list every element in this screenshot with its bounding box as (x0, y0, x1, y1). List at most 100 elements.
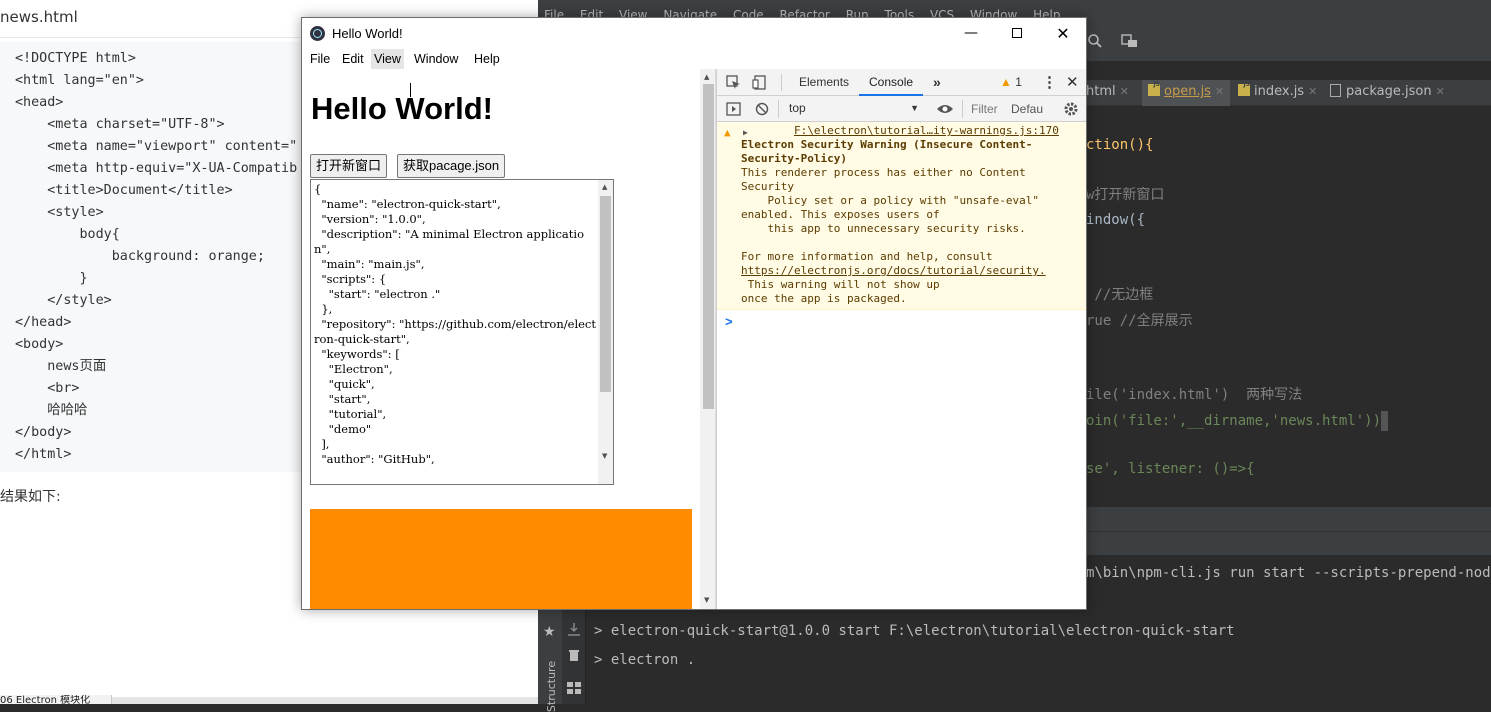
terminal-line: > electron . (594, 652, 696, 668)
code-line: <meta name="viewport" content=" (15, 139, 298, 154)
warning-line: For more information and help, consult (741, 250, 993, 263)
editor-line: indow({ (1086, 212, 1146, 228)
blog-result-text: 结果如下: (0, 489, 61, 505)
trash-icon[interactable] (567, 648, 581, 662)
tab-package-json[interactable]: package.json ✕ (1330, 80, 1445, 106)
text-cursor-ibeam (410, 83, 411, 97)
ide-editor-tabs: html✕ open.js✕ index.js✕ package.json✕ (1086, 73, 1491, 106)
warning-source-link[interactable]: F:\electron\tutorial…ity-warnings.js:170 (794, 124, 1059, 138)
close-icon[interactable]: ✕ (1308, 85, 1317, 98)
warning-line: This renderer process has either no Cont… (741, 166, 1026, 179)
code-line: <title>Document</title> (15, 183, 233, 198)
get-package-json-button[interactable]: 获取pacage.json (397, 154, 506, 178)
scroll-down-arrow-icon[interactable]: ▼ (704, 596, 709, 604)
editor-line: ile('index.html') 两种写法 (1086, 387, 1303, 403)
maximize-icon (1012, 28, 1022, 38)
code-line: <meta http-equiv="X-UA-Compatib (15, 161, 298, 176)
gear-icon[interactable] (1063, 101, 1079, 117)
editor-line: w打开新窗口 (1086, 187, 1165, 203)
menu-window[interactable]: Window (411, 49, 461, 69)
close-button[interactable]: ✕ (1040, 18, 1086, 49)
menu-help[interactable]: Help (471, 49, 503, 69)
warning-count: 1 (1015, 75, 1022, 89)
inspect-element-icon[interactable] (726, 75, 741, 90)
page-scroll-thumb[interactable] (703, 84, 714, 409)
close-icon[interactable]: ✕ (1215, 85, 1224, 98)
tab-open-js[interactable]: open.js ✕ (1142, 73, 1230, 106)
blog-bottom-tab[interactable]: 06 Electron 模块化 (0, 695, 112, 704)
terminal-line: > electron-quick-start@1.0.0 start F:\el… (594, 623, 1235, 639)
tab-elements[interactable]: Elements (797, 69, 851, 96)
package-json-textarea[interactable]: { "name": "electron-quick-start", "versi… (310, 179, 614, 485)
favorites-star-icon[interactable]: ★ (543, 624, 556, 640)
console-prompt[interactable]: > (725, 314, 733, 329)
code-line: background: orange; (15, 249, 265, 264)
maximize-button[interactable] (994, 18, 1040, 49)
scroll-up-arrow-icon[interactable]: ▲ (704, 73, 709, 81)
code-line: <html lang="en"> (15, 73, 144, 88)
code-editor[interactable]: ction(){ w打开新窗口 indow({ //无边框 rue //全屏展示… (1086, 107, 1491, 507)
layout-icon[interactable] (567, 682, 581, 694)
close-devtools-icon[interactable]: ✕ (1066, 69, 1079, 96)
close-icon[interactable]: ✕ (1120, 85, 1129, 98)
warning-counter[interactable]: ▲ 1 (1000, 69, 1022, 96)
clear-console-icon[interactable] (755, 102, 769, 116)
ide-toolbar (1086, 22, 1491, 62)
open-new-window-button[interactable]: 打开新窗口 (310, 154, 388, 178)
electron-window: Hello World! — ✕ File Edit View Window H… (301, 17, 1087, 610)
warning-docs-link[interactable]: https://electronjs.org/docs/tutorial/sec… (741, 264, 1046, 278)
json-file-icon (1330, 84, 1341, 97)
eye-icon[interactable] (936, 103, 954, 115)
window-titlebar[interactable]: Hello World! — ✕ (302, 18, 1086, 49)
warning-line: this app to unnecessary security risks. (741, 222, 1026, 235)
warning-icon: ▲ (1000, 75, 1012, 89)
security-warning-message: ▲ ▶ F:\electron\tutorial…ity-warnings.js… (717, 122, 1086, 310)
code-line: body{ (15, 227, 120, 242)
ide-side-toolwindow-bar: ★ Structure (538, 610, 562, 712)
ide-panel-divider (1086, 507, 1491, 531)
minimize-button[interactable]: — (948, 18, 994, 49)
warning-line: Electron Security Warning (Insecure Cont… (741, 138, 1033, 151)
scroll-down-arrow-icon[interactable]: ▼ (602, 452, 607, 460)
terminal-toolbar (562, 610, 586, 704)
structure-tool-tab[interactable]: Structure (545, 661, 558, 712)
tab-index-js[interactable]: index.js✕ (1238, 73, 1317, 106)
tab-console[interactable]: Console (859, 69, 924, 96)
text-cursor (1381, 411, 1389, 431)
code-line: <body> (15, 337, 64, 352)
editor-line: oin('file:',__dirname,'news.html')) (1086, 413, 1382, 429)
tab-html[interactable]: html ✕ (1086, 80, 1129, 106)
devtools-tabbar: Elements Console » ▲ 1 ⋮ ✕ (717, 69, 1086, 96)
menu-view[interactable]: View (371, 49, 404, 69)
textarea-scroll-thumb[interactable] (600, 196, 611, 392)
editor-line: //无边框 (1086, 287, 1154, 303)
editor-line: se', listener: ()=>{ (1086, 461, 1255, 477)
tab-label: index.js (1254, 84, 1305, 99)
devtools-panel: Elements Console » ▲ 1 ⋮ ✕ top ▼ Filter … (716, 69, 1086, 609)
warning-line: Security (741, 180, 794, 193)
code-line: <br> (15, 381, 80, 396)
filter-input[interactable]: Filter (971, 100, 998, 119)
tab-label: package.json (1346, 84, 1432, 99)
textarea-scrollbar[interactable]: ▲ ▼ (598, 180, 613, 484)
context-selector[interactable]: top ▼ (783, 97, 921, 119)
menu-edit[interactable]: Edit (339, 49, 367, 69)
context-value: top (789, 101, 806, 115)
close-icon[interactable]: ✕ (1436, 85, 1445, 98)
scroll-down-icon[interactable] (567, 622, 581, 636)
editor-line: rue //全屏展示 (1086, 313, 1193, 329)
device-toolbar-icon[interactable] (752, 75, 767, 90)
electron-logo-icon (310, 26, 325, 41)
sidebar-toggle-icon[interactable] (726, 102, 741, 116)
javascript-file-icon (1238, 73, 1250, 97)
warning-line: Policy set or a policy with "unsafe-eval… (741, 194, 1040, 207)
log-levels-dropdown[interactable]: Defau (1011, 100, 1047, 119)
menu-file[interactable]: File (307, 49, 333, 69)
more-tabs-icon[interactable]: » (933, 69, 941, 96)
kebab-menu-icon[interactable]: ⋮ (1042, 69, 1057, 96)
scroll-up-arrow-icon[interactable]: ▲ (602, 183, 607, 191)
code-line: 哈哈哈 (15, 403, 88, 418)
terminal-line: m\bin\npm-cli.js run start --scripts-pre… (1086, 565, 1491, 581)
search-icon[interactable] (1087, 33, 1103, 49)
presentation-icon[interactable] (1121, 33, 1139, 49)
